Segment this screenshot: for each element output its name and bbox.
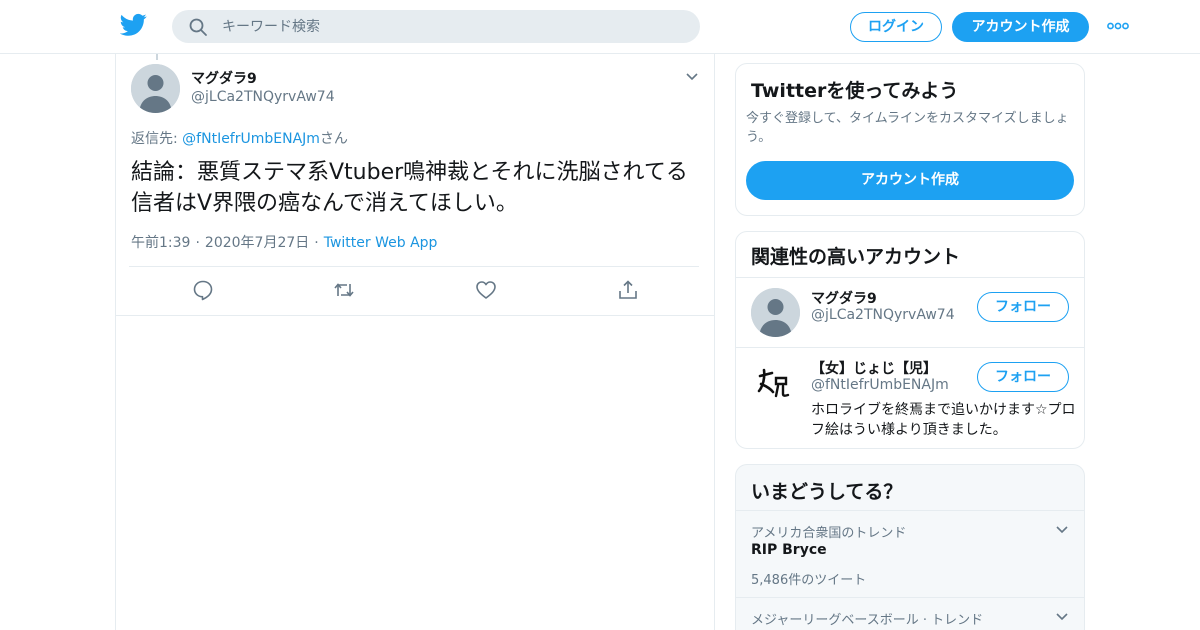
avatar[interactable] (751, 358, 800, 407)
reply-icon[interactable] (192, 279, 214, 301)
avatar[interactable] (131, 64, 180, 113)
tweet-text: 結論：悪質ステマ系Vtuber鳴神裁とそれに洗脳されてる信者はV界隈の癌なんで消… (131, 160, 688, 216)
trend-context: メジャーリーグベースボール · トレンド (751, 613, 984, 628)
trend-name[interactable]: RIP Bryce (751, 542, 827, 558)
separator-dot: · (195, 235, 200, 251)
search-box[interactable] (172, 10, 700, 43)
trend-tweet-count: 5,486件のツイート (751, 573, 867, 588)
account-handle[interactable]: @fNtIefrUmbENAJm (811, 377, 949, 393)
tweet-author-name[interactable]: マグダラ9 (191, 68, 257, 88)
tweet-time[interactable]: 午前1:39 (131, 235, 190, 251)
divider (736, 347, 1084, 348)
signup-card-description: 今すぐ登録して、タイムラインをカスタマイズしましょう。 (746, 111, 1069, 145)
twitter-bird-icon[interactable] (120, 13, 147, 37)
follow-button[interactable]: フォロー (977, 292, 1069, 322)
thread-connector (156, 54, 158, 60)
chevron-down-icon[interactable] (1055, 612, 1069, 622)
calligraphy-avatar-icon (751, 358, 800, 407)
search-icon (189, 18, 207, 36)
account-name[interactable]: 【女】じょじ【児】 (811, 358, 937, 378)
reply-to-line: 返信先: @fNtIefrUmbENAJmさん (131, 128, 348, 148)
divider (116, 315, 714, 316)
reply-suffix: さん (319, 131, 348, 147)
divider (736, 277, 1084, 278)
tweet-column: マグダラ9 @jLCa2TNQyrvAw74 返信先: @fNtIefrUmbE… (115, 54, 715, 630)
divider (736, 597, 1084, 598)
like-heart-icon[interactable] (475, 279, 497, 301)
chevron-down-icon[interactable] (1055, 525, 1069, 535)
create-account-button[interactable]: アカウント作成 (746, 161, 1074, 200)
trends-card: いまどうしてる？ アメリカ合衆国のトレンド RIP Bryce 5,486件のツ… (735, 464, 1085, 630)
top-header: ログイン アカウント作成 (0, 0, 1200, 54)
tweet-date[interactable]: 2020年7月27日 (205, 235, 309, 251)
trend-context: アメリカ合衆国のトレンド (751, 526, 907, 541)
tweet-source-link[interactable]: Twitter Web App (324, 235, 438, 251)
trends-title: いまどうしてる？ (751, 481, 903, 503)
default-avatar-icon (131, 64, 180, 113)
reply-mention-link[interactable]: @fNtIefrUmbENAJm (182, 131, 320, 147)
share-icon[interactable] (617, 279, 639, 301)
retweet-icon[interactable] (333, 279, 355, 301)
chevron-down-icon[interactable] (685, 72, 699, 82)
divider (129, 266, 699, 267)
signup-button[interactable]: アカウント作成 (952, 12, 1089, 42)
related-accounts-title: 関連性の高いアカウント (751, 246, 961, 268)
avatar[interactable] (751, 288, 800, 337)
tweet-actions (116, 276, 716, 306)
follow-button[interactable]: フォロー (977, 362, 1069, 392)
account-bio: ホロライブを終焉まで追いかけます☆プロフ絵はうい様より頂きました。 (811, 402, 1076, 438)
more-options-icon[interactable] (1107, 21, 1129, 31)
account-handle[interactable]: @jLCa2TNQyrvAw74 (811, 307, 955, 323)
search-input[interactable] (222, 10, 682, 43)
default-avatar-icon (751, 288, 800, 337)
tweet-author-handle[interactable]: @jLCa2TNQyrvAw74 (191, 89, 335, 105)
signup-card: Twitterを使ってみよう 今すぐ登録して、タイムラインをカスタマイズしましょ… (735, 63, 1085, 216)
reply-prefix: 返信先: (131, 131, 183, 147)
tweet-timestamp: 午前1:39 · 2020年7月27日 · Twitter Web App (131, 232, 437, 252)
signup-card-title: Twitterを使ってみよう (751, 80, 959, 102)
related-accounts-card: 関連性の高いアカウント マグダラ9 @jLCa2TNQyrvAw74 フォロー … (735, 231, 1085, 449)
account-name[interactable]: マグダラ9 (811, 288, 877, 308)
divider (736, 510, 1084, 511)
login-button[interactable]: ログイン (850, 12, 942, 42)
separator-dot: · (314, 235, 319, 251)
